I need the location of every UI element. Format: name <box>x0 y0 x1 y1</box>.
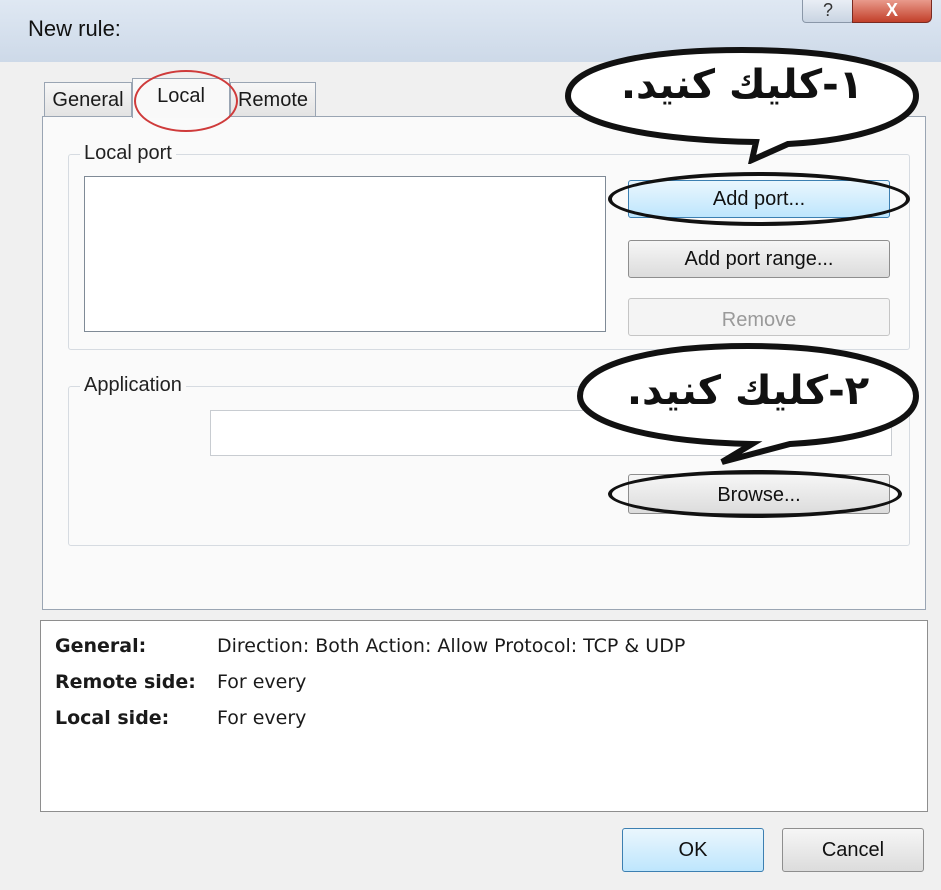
cancel-button[interactable]: Cancel <box>782 828 924 872</box>
dialog-window: New rule: ? X General Local Remote Local… <box>0 0 941 890</box>
window-title: New rule: <box>28 16 121 41</box>
add-port-range-button[interactable]: Add port range... <box>628 240 890 278</box>
local-port-list[interactable] <box>84 176 606 332</box>
callout-bubble-1: ۱-كليك كنيد. <box>560 44 924 166</box>
help-icon[interactable]: ? <box>802 0 854 23</box>
callout-2-text: ۲-كليك كنيد. <box>626 368 870 414</box>
callout-1-text: ۱-كليك كنيد. <box>620 62 864 108</box>
summary-key: Remote side: <box>55 671 196 693</box>
summary-key: General: <box>55 635 147 657</box>
tab-general[interactable]: General <box>44 82 132 116</box>
remove-button: Remove <box>628 298 890 336</box>
tab-highlight-circle <box>134 70 238 132</box>
local-port-group-label: Local port <box>80 142 176 165</box>
close-icon[interactable]: X <box>852 0 932 23</box>
application-group-label: Application <box>80 374 186 397</box>
rule-summary-panel: General: Direction: Both Action: Allow P… <box>40 620 928 812</box>
ok-button[interactable]: OK <box>622 828 764 872</box>
annotation-ellipse-browse <box>608 470 902 518</box>
summary-value: For every <box>217 671 307 693</box>
callout-bubble-2: ۲-كليك كنيد. <box>572 340 924 468</box>
summary-value: Direction: Both Action: Allow Protocol: … <box>217 635 686 657</box>
summary-value: For every <box>217 707 307 729</box>
annotation-ellipse-add-port <box>608 172 910 226</box>
tab-remote[interactable]: Remote <box>230 82 316 116</box>
summary-key: Local side: <box>55 707 170 729</box>
